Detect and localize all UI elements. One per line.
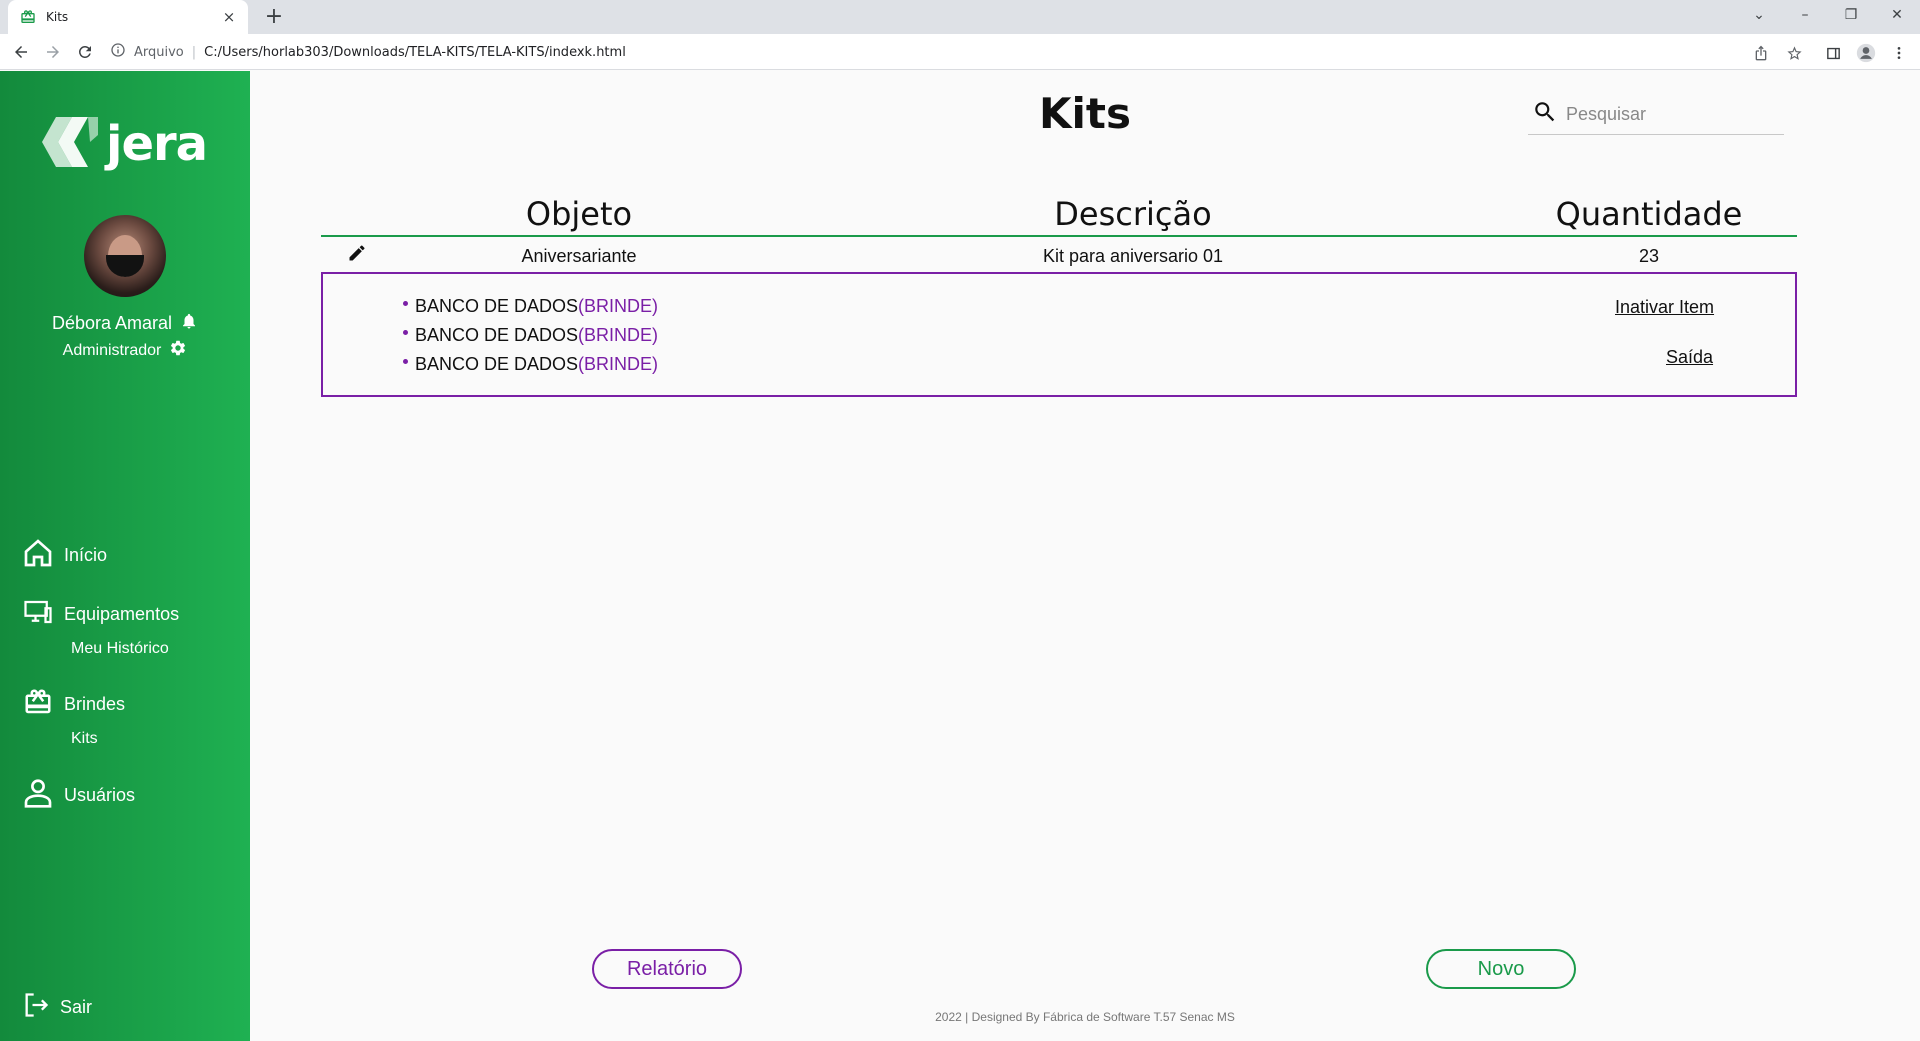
logout-icon: [22, 991, 50, 1024]
cell-descricao: Kit para aniversario 01: [1042, 246, 1224, 266]
share-icon[interactable]: [1750, 42, 1772, 64]
kit-item-tag: (BRINDE): [578, 354, 659, 374]
tab-search-icon[interactable]: ⌄: [1736, 0, 1782, 30]
profile-icon[interactable]: [1855, 42, 1877, 64]
bullet: [403, 301, 408, 306]
url-scheme: Arquivo: [134, 44, 184, 60]
nav-equipamentos[interactable]: Equipamentos Meu Histórico: [22, 597, 179, 658]
kit-item-name: BANCO DE DADOS: [415, 296, 579, 316]
main-content: Kits Objeto Descrição Quantidade Anivers…: [250, 71, 1920, 1041]
kit-item-tag: (BRINDE): [578, 325, 659, 345]
logo: jera: [42, 116, 208, 172]
nav-inicio[interactable]: Início: [22, 537, 107, 574]
browser-tabbar: Kits × + ⌄ – ❐ ✕: [0, 0, 1920, 34]
bullet: [403, 359, 408, 364]
close-tab-icon[interactable]: ×: [220, 8, 238, 26]
restore-button[interactable]: ❐: [1828, 0, 1874, 30]
gift-icon: [22, 687, 54, 722]
monitor-icon: [22, 597, 54, 632]
bookmark-star-icon[interactable]: [1783, 42, 1805, 64]
gift-icon: [20, 9, 36, 25]
nav-sub-meu-historico[interactable]: Meu Histórico: [71, 640, 179, 658]
url-separator: |: [191, 44, 197, 60]
kit-item-tag: (BRINDE): [578, 296, 659, 316]
nav-usuarios[interactable]: Usuários: [22, 777, 135, 814]
logout-label: Sair: [60, 997, 93, 1017]
user-name: Débora Amaral: [51, 313, 173, 333]
user-icon: [22, 777, 54, 814]
search-input[interactable]: [1566, 104, 1766, 125]
url-text: C:/Users/horlab303/Downloads/TELA-KITS/T…: [204, 44, 626, 60]
logout-button[interactable]: Sair: [22, 991, 92, 1024]
menu-icon[interactable]: [1888, 42, 1910, 64]
logo-mark-icon: [42, 116, 98, 172]
nav-label-inicio: Início: [64, 545, 108, 565]
back-icon[interactable]: [9, 40, 33, 64]
deactivate-item-link[interactable]: Inativar Item: [1615, 297, 1714, 318]
column-header-descricao: Descrição: [1054, 195, 1212, 233]
footer: 2022 | Designed By Fábrica de Software T…: [935, 1010, 1235, 1024]
table-row[interactable]: Aniversariante Kit para aniversario 01 2…: [321, 239, 1797, 273]
new-button[interactable]: Novo: [1426, 949, 1576, 989]
table-header: Objeto Descrição Quantidade: [321, 193, 1797, 237]
user-name-row: Débora Amaral: [0, 311, 250, 336]
list-item: BANCO DE DADOS (BRINDE): [403, 354, 658, 375]
bell-icon[interactable]: [180, 311, 198, 336]
side-panel-icon[interactable]: [1822, 42, 1844, 64]
search-icon[interactable]: [1532, 99, 1558, 130]
avatar[interactable]: [84, 215, 166, 297]
search-bar: [1528, 95, 1784, 135]
tab-title: Kits: [46, 10, 69, 24]
logo-text: jera: [106, 116, 208, 172]
cell-objeto: Aniversariante: [521, 246, 637, 266]
nav-label-usuarios: Usuários: [64, 785, 136, 805]
cell-quantidade: 23: [1638, 246, 1660, 266]
nav-label-brindes: Brindes: [64, 694, 126, 714]
user-role: Administrador: [62, 341, 162, 359]
user-role-row: Administrador: [0, 339, 250, 362]
forward-icon[interactable]: [41, 40, 65, 64]
nav-sub-kits[interactable]: Kits: [71, 730, 125, 748]
pencil-icon[interactable]: [347, 243, 369, 265]
address-bar: Arquivo | C:/Users/horlab303/Downloads/T…: [0, 34, 1920, 70]
home-icon: [22, 537, 54, 574]
reload-icon[interactable]: [73, 40, 97, 64]
column-header-quantidade: Quantidade: [1555, 195, 1743, 233]
kit-item-name: BANCO DE DADOS: [415, 325, 579, 345]
info-icon[interactable]: [110, 42, 126, 62]
nav-label-equipamentos: Equipamentos: [64, 604, 180, 624]
bullet: [403, 330, 408, 335]
column-header-objeto: Objeto: [525, 195, 633, 233]
kit-item-name: BANCO DE DADOS: [415, 354, 579, 374]
browser-tab[interactable]: Kits ×: [8, 0, 248, 34]
report-button[interactable]: Relatório: [592, 949, 742, 989]
list-item: BANCO DE DADOS (BRINDE): [403, 325, 658, 346]
list-item: BANCO DE DADOS (BRINDE): [403, 296, 658, 317]
exit-link[interactable]: Saída: [1666, 347, 1713, 368]
new-tab-button[interactable]: +: [260, 4, 288, 30]
sidebar: jera Débora Amaral Administrador Início …: [0, 71, 250, 1041]
gear-icon[interactable]: [169, 339, 187, 362]
nav-brindes[interactable]: Brindes Kits: [22, 687, 125, 748]
kit-details-panel: BANCO DE DADOS (BRINDE) BANCO DE DADOS (…: [321, 272, 1797, 397]
url-field[interactable]: Arquivo | C:/Users/horlab303/Downloads/T…: [110, 38, 1760, 66]
minimize-button[interactable]: –: [1782, 0, 1828, 30]
close-window-button[interactable]: ✕: [1874, 0, 1920, 30]
